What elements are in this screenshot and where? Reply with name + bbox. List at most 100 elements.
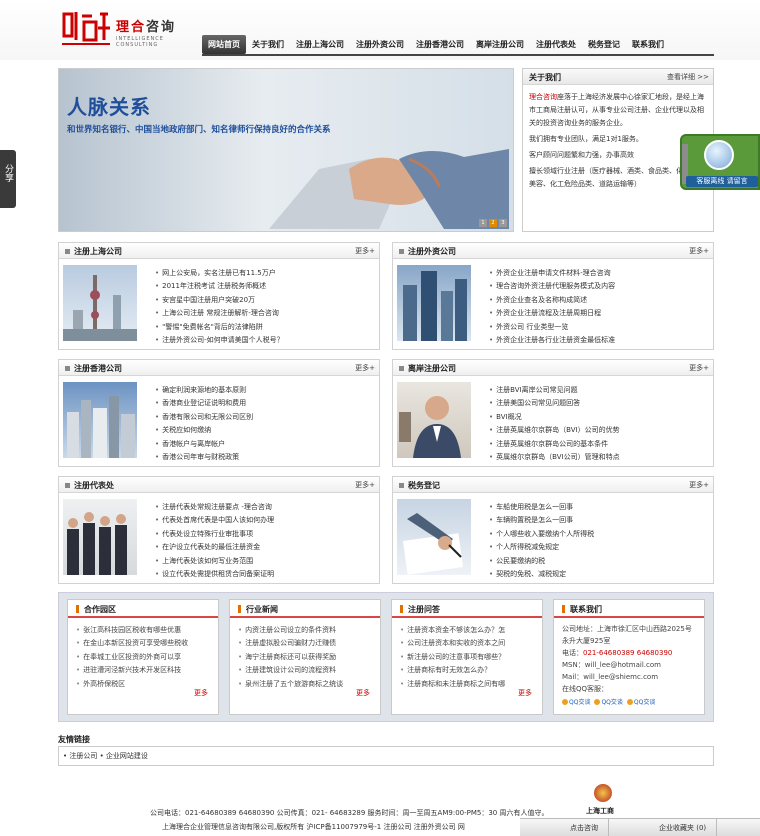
panel-title: 注册外资公司 [399, 246, 456, 257]
list-item[interactable]: 关税应如何缴纳 [155, 424, 253, 437]
page: 理合咨询 INTELLIGENCE CONSULTING 网站首页 关于我们 注… [0, 0, 760, 836]
list-item[interactable]: 外高桥保税区 [76, 678, 210, 691]
consult-button[interactable]: 点击咨询 [560, 818, 609, 836]
customer-service-widget[interactable]: 客服离线 请留言 [680, 134, 760, 190]
nav-tax-registration[interactable]: 税务登记 [582, 35, 626, 54]
list-item[interactable]: 外资企业注册各行业注册资金最低标准 [489, 334, 615, 347]
list-item[interactable]: 2011年注税考试 注册税务师概述 [155, 280, 284, 293]
list-item[interactable]: 注册建筑设计公司的流程资料 [238, 664, 372, 677]
list-item[interactable]: 香港商业登记证说明和费用 [155, 397, 253, 410]
list-item[interactable]: 公司注册资本和实收的资本之间 [400, 637, 534, 650]
nav-rep-office[interactable]: 注册代表处 [530, 35, 582, 54]
footer-contact: 公司电话：021-64680389 64680390 公司传真：021- 646… [150, 809, 549, 817]
banner-dot-3[interactable]: 3 [499, 219, 507, 227]
list-item[interactable]: 注册BVI离岸公司常见问题 [489, 384, 620, 397]
list-item[interactable]: 注册代表处常规注册要点 -理合咨询 [155, 501, 274, 514]
list-item[interactable]: 在金山本新区投资可享受哪些税收 [76, 637, 210, 650]
more-link[interactable]: 更多 [518, 688, 532, 698]
qq-chat-button[interactable]: QQ交谈 [562, 697, 590, 709]
list-item[interactable]: 香港帐户与离岸帐户 [155, 438, 253, 451]
contact-phone-label: 电话： [562, 649, 583, 657]
list-item[interactable]: 注册商标有时无效怎么办？ [400, 664, 534, 677]
list-item[interactable]: 张江高科技园区税收有哪些优惠 [76, 624, 210, 637]
list-item[interactable]: 注册资本资金不够该怎么办？怎 [400, 624, 534, 637]
panel-title: 注册代表处 [65, 480, 114, 491]
nav-home[interactable]: 网站首页 [202, 34, 246, 54]
handshake-image [269, 149, 509, 229]
list-item[interactable]: 代表处首席代表是中国人该如何办理 [155, 514, 274, 527]
list-item[interactable]: 注册商标和未注册商标之间有哪 [400, 678, 534, 691]
list-item[interactable]: 外资公司 行业类型一览 [489, 321, 615, 334]
nav-offshore-company[interactable]: 离岸注册公司 [470, 35, 530, 54]
about-brand[interactable]: 理合咨询 [529, 93, 557, 101]
more-link[interactable]: 更多 [356, 688, 370, 698]
about-header: 关于我们 查看详细 >> [523, 69, 713, 85]
list-item[interactable]: 注册英属维尔京群岛（BVI）公司的优势 [489, 424, 619, 437]
qq-chat-button[interactable]: QQ交谈 [627, 697, 655, 709]
banner-dot-2[interactable]: 2 [489, 219, 497, 227]
about-more-link[interactable]: 查看详细 >> [667, 72, 709, 82]
list-item[interactable]: BVI概况 [489, 411, 620, 424]
list-item[interactable]: 注册虚拟股公司骗财力迁赚债 [238, 637, 372, 650]
skyscrapers-image [397, 265, 471, 341]
panel-list: 外资企业注册申请文件材料-理合咨询 理合咨询外资注册代理服务模式及内容 外资企业… [489, 267, 615, 347]
list-item[interactable]: 契税的免税、减税规定 [489, 568, 594, 581]
list-item[interactable]: "警惕"免费帐名"背后的法律陷阱 [155, 321, 284, 334]
list-item[interactable]: 进驻漕河泾新兴技术开发区科技 [76, 664, 210, 677]
list-item[interactable]: 香港有限公司和无限公司区别 [155, 411, 253, 424]
list-item[interactable]: 注册美国公司常见问题回答 [489, 397, 620, 410]
list-item[interactable]: 个人所得税减免规定 [489, 541, 594, 554]
favorites-button[interactable]: 企业收藏夹 (0) [649, 818, 718, 836]
panel-more-link[interactable]: 更多+ [689, 480, 709, 490]
list-item[interactable]: 设立代表处需提供租赁合同备案证明 [155, 568, 274, 581]
list-item[interactable]: 车船使用税是怎么一回事 [489, 501, 594, 514]
list-item[interactable]: 新注册公司的注意事项有哪些？ [400, 651, 534, 664]
list-item[interactable]: 确定利润来源地的基本原则 [155, 384, 253, 397]
hero-banner[interactable]: 人脉关系 和世界知名银行、中国当地政府部门、知名律师行保持良好的合作关系 1 2… [58, 68, 514, 232]
service-status[interactable]: 客服离线 请留言 [686, 176, 758, 187]
list-item[interactable]: 泉州注册了五个旅游商标之统谈 [238, 678, 372, 691]
share-tab[interactable]: 分享 [0, 150, 16, 208]
company-logo[interactable]: 理合咨询 INTELLIGENCE CONSULTING [62, 10, 192, 52]
more-link[interactable]: 更多 [194, 688, 208, 698]
list-item[interactable]: 注册外资公司-如何申请美国个人税号？ [155, 334, 284, 347]
qq-chat-button[interactable]: QQ交谈 [594, 697, 622, 709]
contact-mail[interactable]: Mail：will_lee@shiemc.com [562, 671, 696, 683]
panel-more-link[interactable]: 更多+ [355, 480, 375, 490]
list-item[interactable]: 安宫星中国注册用户突破20万 [155, 294, 284, 307]
panel-more-link[interactable]: 更多+ [689, 363, 709, 373]
list-item[interactable]: 上海公司注册 常规注册解析-理合咨询 [155, 307, 284, 320]
nav-contact[interactable]: 联系我们 [626, 35, 670, 54]
panel-more-link[interactable]: 更多+ [689, 246, 709, 256]
panel-more-link[interactable]: 更多+ [355, 246, 375, 256]
list-item[interactable]: 香港公司年审与财税政策 [155, 451, 253, 464]
banner-pager: 1 2 3 [479, 219, 507, 227]
list-item[interactable]: 外资企业查名及名称构成简述 [489, 294, 615, 307]
banner-dot-1[interactable]: 1 [479, 219, 487, 227]
list-item[interactable]: 英属维尔京群岛（BVI公司）管理和特点 [489, 451, 619, 464]
panel-foreign-company: 注册外资公司 更多+ 外资企业注册申请文件材料-理合咨询 理合咨询外资注册代理服务… [392, 242, 714, 350]
list-item[interactable]: 网上公安局，实名注册已有11.5万户 [155, 267, 284, 280]
list-item[interactable]: 车辆购置税是怎么一回事 [489, 514, 594, 527]
list-item[interactable]: 注册英属维尔京群岛公司的基本条件 [489, 438, 620, 451]
friend-links[interactable]: • 注册公司 • 企业网站建设 [58, 746, 714, 766]
list-item[interactable]: 外资企业注册申请文件材料-理合咨询 [489, 267, 615, 280]
list-item[interactable]: 上海代表处该如何写业务范围 [155, 555, 274, 568]
list-item[interactable]: 公民要缴纳的税 [489, 555, 594, 568]
list-item[interactable]: 在沪设立代表处的最低注册资金 [155, 541, 274, 554]
nav-shanghai-company[interactable]: 注册上海公司 [290, 35, 350, 54]
list-item[interactable]: 个人哪些收入要缴纳个人所得税 [489, 528, 594, 541]
list-item[interactable]: 内资注册公司设立的条件资料 [238, 624, 372, 637]
nav-hongkong-company[interactable]: 注册香港公司 [410, 35, 470, 54]
tab-title: 合作园区 [76, 604, 116, 615]
nav-about[interactable]: 关于我们 [246, 35, 290, 54]
list-item[interactable]: 理合咨询外资注册代理服务模式及内容 [489, 280, 615, 293]
panel-more-link[interactable]: 更多+ [355, 363, 375, 373]
list-item[interactable]: 海宁注册商标还可以获得奖励 [238, 651, 372, 664]
panel-title: 税务登记 [399, 480, 440, 491]
list-item[interactable]: 外资企业注册流程及注册周期日程 [489, 307, 615, 320]
list-item[interactable]: 在奉城工业区投资的外商可以享 [76, 651, 210, 664]
panel-title: 离岸注册公司 [399, 363, 456, 374]
list-item[interactable]: 代表处设立特殊行业审批事项 [155, 528, 274, 541]
nav-foreign-company[interactable]: 注册外资公司 [350, 35, 410, 54]
